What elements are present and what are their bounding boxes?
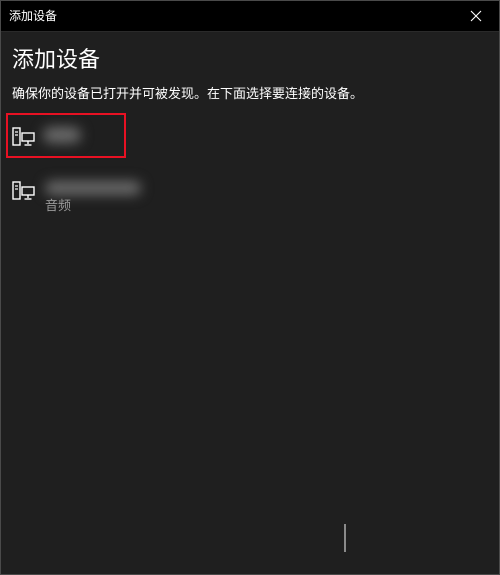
add-device-window: 添加设备 添加设备 确保你的设备已打开并可被发现。在下面选择要连接的设备。 音频 [0, 0, 500, 575]
computer-icon [12, 181, 35, 200]
device-type-label: 音频 [45, 199, 72, 214]
title-bar: 添加设备 [1, 1, 499, 32]
instructions-text: 确保你的设备已打开并可被发现。在下面选择要连接的设备。 [12, 87, 364, 102]
scrollbar[interactable] [344, 524, 346, 552]
page-title: 添加设备 [12, 48, 101, 73]
close-icon [470, 10, 482, 22]
device-name-redacted [45, 181, 141, 195]
close-button[interactable] [453, 1, 499, 31]
window-title: 添加设备 [9, 9, 58, 23]
device-item[interactable]: 音频 [1, 171, 499, 221]
device-item[interactable] [1, 113, 499, 161]
device-name-redacted [43, 127, 81, 143]
computer-icon [12, 127, 35, 146]
